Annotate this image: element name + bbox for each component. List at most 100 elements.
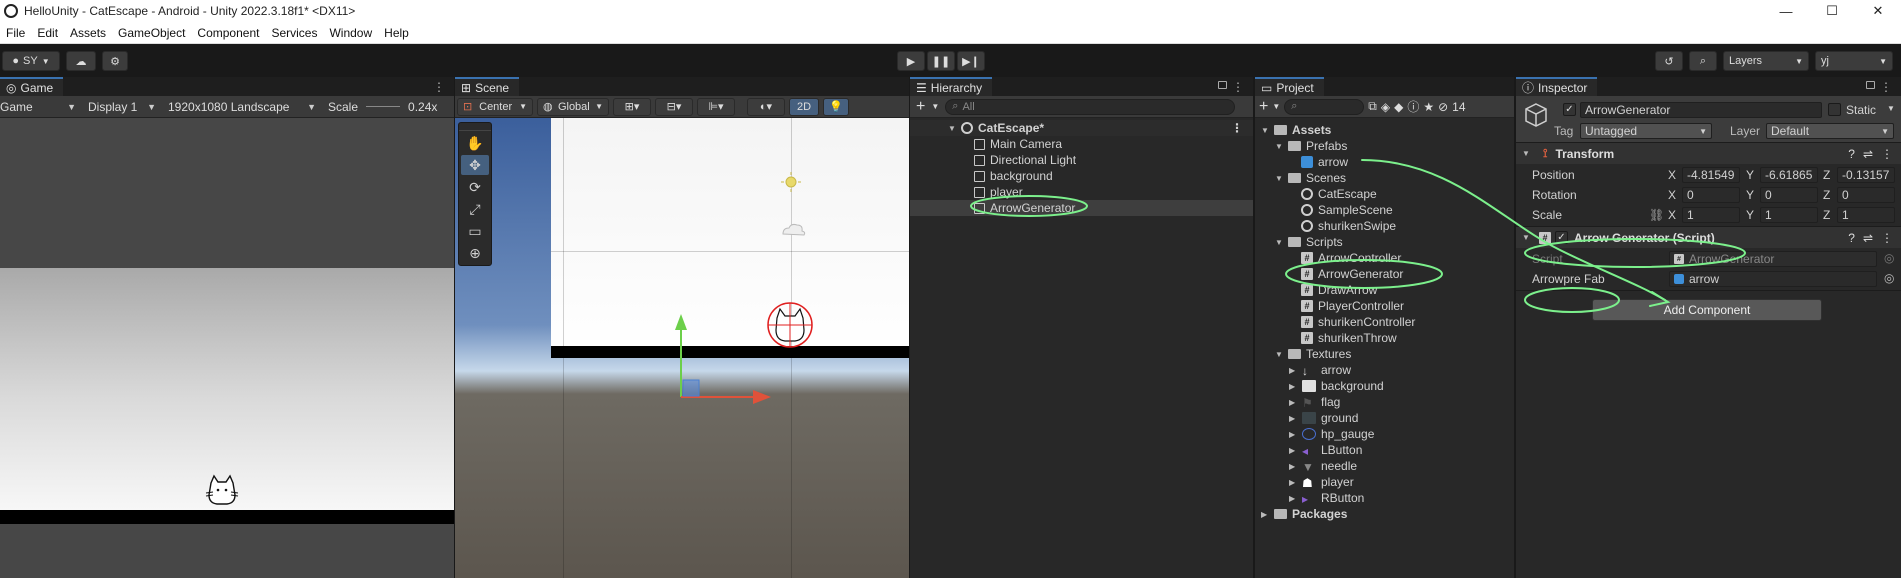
- scene-viewport[interactable]: ✋ ✥ ⟳ ⤢ ▭ ⊕: [455, 118, 909, 578]
- fold-right-icon[interactable]: ▶: [1289, 478, 1299, 487]
- project-asset-script[interactable]: # ArrowController: [1255, 250, 1514, 266]
- menu-assets[interactable]: Assets: [64, 26, 112, 40]
- lighting-toggle-button[interactable]: 💡: [823, 97, 849, 116]
- hierarchy-item-arrow-generator[interactable]: ArrowGenerator: [910, 200, 1253, 216]
- history-button[interactable]: ↺: [1655, 51, 1683, 71]
- project-asset-texture[interactable]: ▶ ▸ RButton: [1255, 490, 1514, 506]
- fold-arrow-icon[interactable]: ▼: [1522, 149, 1532, 158]
- search-by-type-icon[interactable]: ⧉: [1368, 99, 1377, 114]
- fold-right-icon[interactable]: ▶: [1289, 462, 1299, 471]
- fold-right-icon[interactable]: ▶: [1289, 494, 1299, 503]
- transform-header[interactable]: ▼ ⟟ Transform ? ⇌ ⋮: [1516, 142, 1901, 164]
- project-folder-prefabs[interactable]: ▼ Prefabs: [1255, 138, 1514, 154]
- collab-settings-button[interactable]: ⚙: [102, 51, 128, 71]
- tab-game[interactable]: ◎ Game: [0, 77, 64, 96]
- layout-dropdown[interactable]: yj ▼: [1815, 51, 1893, 71]
- help-icon[interactable]: ?: [1848, 231, 1855, 245]
- fold-right-icon[interactable]: ▶: [1289, 414, 1299, 423]
- project-asset-script[interactable]: # shurikenController: [1255, 314, 1514, 330]
- fold-arrow-icon[interactable]: ▼: [1275, 174, 1285, 183]
- info-icon[interactable]: ⓘ: [1407, 98, 1419, 115]
- add-button[interactable]: +: [916, 98, 925, 116]
- account-dropdown[interactable]: ● SY ▼: [2, 51, 60, 71]
- active-checkbox[interactable]: ✓: [1563, 103, 1576, 116]
- tag-icon[interactable]: ◆: [1394, 100, 1403, 114]
- project-asset-texture[interactable]: ▶ background: [1255, 378, 1514, 394]
- project-asset-texture[interactable]: ▶ ground: [1255, 410, 1514, 426]
- project-asset-texture[interactable]: ▶ ↓ arrow: [1255, 362, 1514, 378]
- chevron-down-icon[interactable]: ▼: [1887, 104, 1895, 113]
- position-y-input[interactable]: -6.61865: [1760, 167, 1818, 183]
- kebab-menu-icon[interactable]: ⋮: [1880, 80, 1893, 94]
- kebab-menu-icon[interactable]: ⋮: [1231, 121, 1243, 135]
- project-asset-texture[interactable]: ▶ ⚑ flag: [1255, 394, 1514, 410]
- menu-services[interactable]: Services: [265, 26, 323, 40]
- layer-dropdown[interactable]: Default ▼: [1766, 123, 1894, 139]
- game-mode-dropdown[interactable]: Game ▼: [0, 100, 82, 114]
- play-button[interactable]: ▶: [897, 51, 925, 71]
- tab-hierarchy[interactable]: ☰ Hierarchy: [910, 77, 993, 96]
- project-asset-script[interactable]: # shurikenThrow: [1255, 330, 1514, 346]
- project-asset-script[interactable]: # PlayerController: [1255, 298, 1514, 314]
- add-component-button[interactable]: Add Component: [1592, 299, 1822, 321]
- object-picker-icon[interactable]: ◎: [1884, 271, 1894, 285]
- fold-right-icon[interactable]: ▶: [1289, 366, 1299, 375]
- cloud-button[interactable]: ☁: [66, 51, 96, 71]
- layers-dropdown[interactable]: Layers ▼: [1723, 51, 1809, 71]
- rotation-x-input[interactable]: 0: [1682, 187, 1740, 203]
- menu-component[interactable]: Component: [191, 26, 265, 40]
- step-button[interactable]: ▶❙: [957, 51, 985, 71]
- lock-icon[interactable]: [1218, 81, 1227, 89]
- menu-gameobject[interactable]: GameObject: [112, 26, 191, 40]
- presets-icon[interactable]: ⇌: [1863, 147, 1873, 161]
- project-asset-script[interactable]: # DrawArrow: [1255, 282, 1514, 298]
- project-folder-scripts[interactable]: ▼ Scripts: [1255, 234, 1514, 250]
- fold-arrow-icon[interactable]: ▼: [1261, 126, 1271, 135]
- minimize-button[interactable]: —: [1763, 0, 1809, 22]
- project-asset-texture[interactable]: ▶ ☗ player: [1255, 474, 1514, 490]
- project-asset-texture[interactable]: ▶ hp_gauge: [1255, 426, 1514, 442]
- menu-file[interactable]: File: [0, 26, 31, 40]
- fold-arrow-icon[interactable]: ▼: [1275, 142, 1285, 151]
- presets-icon[interactable]: ⇌: [1863, 231, 1873, 245]
- add-button[interactable]: +: [1259, 98, 1268, 116]
- scene-root-row[interactable]: ▼ CatEscape* ⋮: [910, 120, 1253, 136]
- rotation-y-input[interactable]: 0: [1760, 187, 1818, 203]
- project-asset-scene[interactable]: SampleScene: [1255, 202, 1514, 218]
- menu-edit[interactable]: Edit: [31, 26, 64, 40]
- tab-project[interactable]: ▭ Project: [1255, 77, 1324, 96]
- pause-button[interactable]: ❚❚: [927, 51, 955, 71]
- grid-snap-button[interactable]: ⊞▾: [613, 97, 651, 116]
- star-icon[interactable]: ★: [1423, 100, 1434, 114]
- project-folder-packages[interactable]: ▶ Packages: [1255, 506, 1514, 522]
- scale-z-input[interactable]: 1: [1837, 207, 1895, 223]
- script-component-header[interactable]: ▼ # ✓ Arrow Generator (Script) ? ⇌ ⋮: [1516, 226, 1901, 248]
- static-checkbox[interactable]: [1828, 103, 1841, 116]
- link-icon[interactable]: ⛓: [1649, 208, 1664, 222]
- fold-arrow-icon[interactable]: ▼: [948, 124, 958, 133]
- lock-icon[interactable]: [1866, 81, 1875, 89]
- kebab-menu-icon[interactable]: ⋮: [1881, 231, 1893, 245]
- hierarchy-item-background[interactable]: background: [910, 168, 1253, 184]
- project-asset-script[interactable]: # ArrowGenerator: [1255, 266, 1514, 282]
- fold-right-icon[interactable]: ▶: [1289, 398, 1299, 407]
- increment-snap-button[interactable]: ⊟▾: [655, 97, 693, 116]
- project-asset-texture[interactable]: ▶ ◂ LButton: [1255, 442, 1514, 458]
- position-x-input[interactable]: -4.81549: [1682, 167, 1740, 183]
- project-folder-textures[interactable]: ▼ Textures: [1255, 346, 1514, 362]
- project-search-input[interactable]: ⌕: [1284, 98, 1365, 115]
- kebab-menu-icon[interactable]: ⋮: [1881, 147, 1893, 161]
- game-viewport[interactable]: [0, 118, 454, 578]
- toggle-2d-button[interactable]: 2D: [789, 97, 819, 116]
- fold-arrow-icon[interactable]: ▼: [1275, 238, 1285, 247]
- kebab-menu-icon[interactable]: ⋮: [1232, 80, 1245, 94]
- display-dropdown[interactable]: Display 1 ▼: [82, 100, 162, 114]
- fold-right-icon[interactable]: ▶: [1289, 446, 1299, 455]
- scale-x-input[interactable]: 1: [1682, 207, 1740, 223]
- fold-right-icon[interactable]: ▶: [1289, 382, 1299, 391]
- fold-right-icon[interactable]: ▶: [1261, 510, 1271, 519]
- fold-arrow-icon[interactable]: ▼: [1522, 233, 1532, 242]
- search-by-label-icon[interactable]: ◈: [1381, 100, 1390, 114]
- eye-hidden-icon[interactable]: ⊘: [1438, 100, 1448, 114]
- menu-help[interactable]: Help: [378, 26, 415, 40]
